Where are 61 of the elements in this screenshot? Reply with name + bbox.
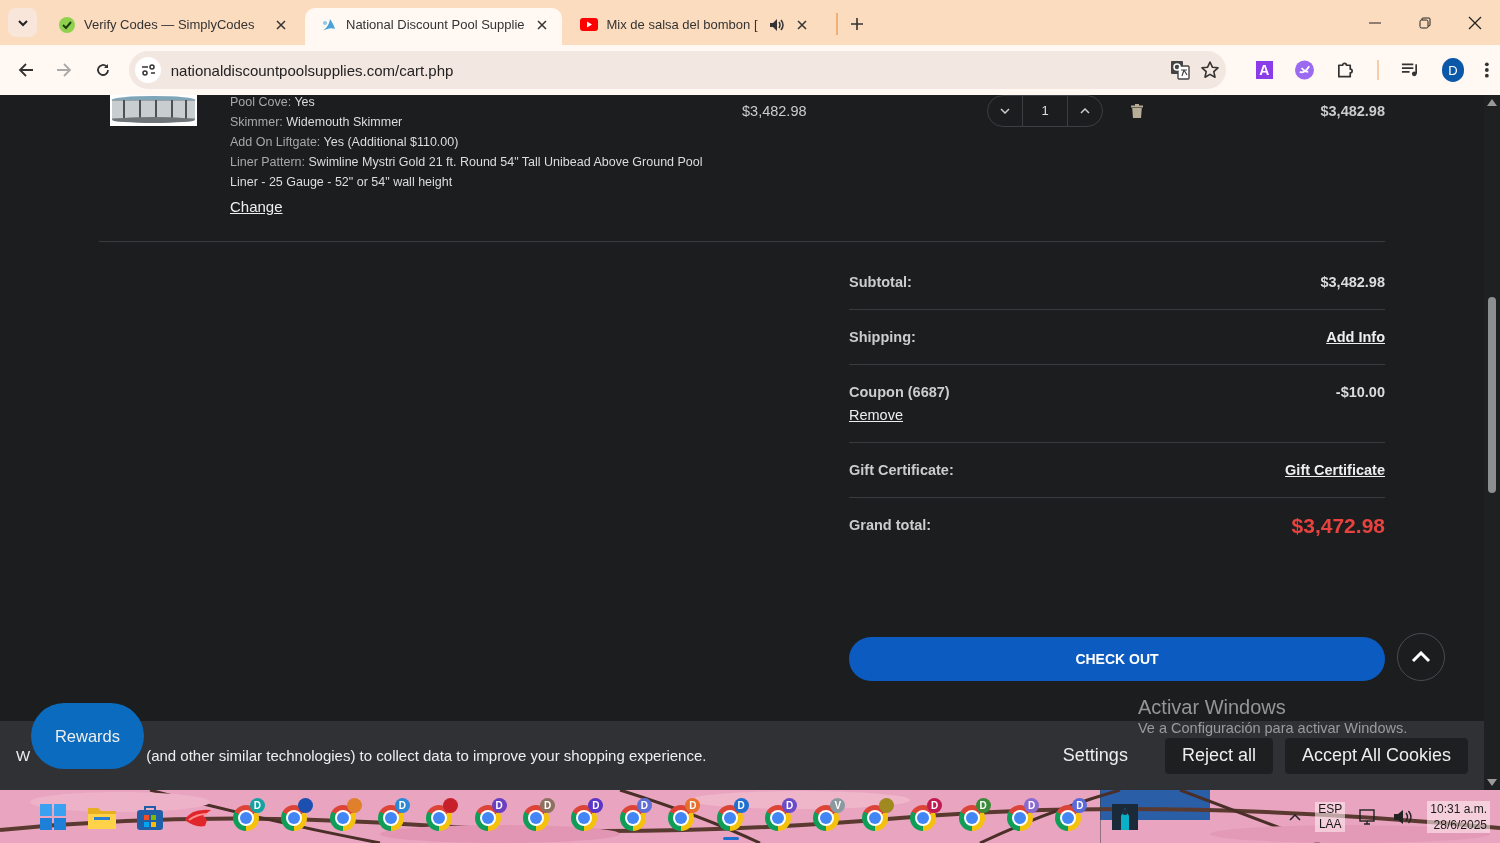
tab-search-button[interactable] xyxy=(8,8,37,37)
remove-link[interactable]: Remove xyxy=(849,406,950,424)
trash-icon[interactable] xyxy=(1131,104,1143,118)
checkout-button[interactable]: CHECK OUT xyxy=(849,637,1385,681)
browser-tab[interactable]: Verify Codes — SimplyCodes xyxy=(45,8,301,45)
grand-total: $3,472.98 xyxy=(1291,515,1385,537)
extension-icon[interactable] xyxy=(1294,60,1314,80)
scroll-up-icon[interactable] xyxy=(1487,99,1497,106)
cookie-button[interactable]: Accept All Cookies xyxy=(1284,737,1468,774)
profile-avatar[interactable]: D xyxy=(1441,58,1465,82)
line-total: $3,482.98 xyxy=(1320,103,1385,119)
rewards-button[interactable]: Rewards xyxy=(31,703,144,769)
scroll-to-top-button[interactable] xyxy=(1397,633,1445,681)
activation-title: Activar Windows xyxy=(1138,695,1287,719)
bookmark-star-icon[interactable] xyxy=(1199,60,1220,80)
plus-icon[interactable] xyxy=(849,17,864,31)
menu-icon[interactable] xyxy=(1484,61,1490,79)
quantity-field[interactable]: 1 xyxy=(1022,96,1068,126)
close-icon[interactable] xyxy=(1468,15,1482,30)
scroll-down-icon[interactable] xyxy=(1487,779,1497,786)
option-line: Pool Cove: Yes xyxy=(230,95,316,111)
restore-icon[interactable] xyxy=(1419,16,1431,29)
summary-link[interactable]: Gift Certificate xyxy=(1285,461,1385,479)
reload-icon[interactable] xyxy=(94,62,111,78)
summary-label: Subtotal: xyxy=(849,273,912,291)
volume-icon[interactable] xyxy=(1393,808,1414,825)
address-bar[interactable]: nationaldiscountpoolsupplies.com/cart.php xyxy=(128,51,1226,89)
clock[interactable]: 10:31 a.m. 28/6/2025 xyxy=(1427,800,1490,833)
check-icon xyxy=(59,16,75,33)
option-line: Liner Pattern: Swimline Mystri Gold 21 ft. Round 54" Tall Unibead Above Ground Pool Liner - 25 Gauge - 52" or 54" wall height xyxy=(230,154,704,191)
change-link[interactable]: Change xyxy=(230,197,283,217)
cookie-button[interactable]: Settings xyxy=(1045,737,1145,774)
back-arrow-icon[interactable] xyxy=(18,62,35,78)
minimize-icon[interactable] xyxy=(1369,21,1381,24)
unit-price: $3,482.98 xyxy=(742,103,808,119)
media-controls-icon[interactable] xyxy=(1400,62,1420,78)
site-settings-icon[interactable] xyxy=(134,57,161,83)
browser-tab[interactable]: Mix de salsa del bombon [ xyxy=(565,8,822,45)
puzzle-icon[interactable] xyxy=(1335,60,1355,80)
option-line: Add On Liftgate: Yes (Additional $110.00) xyxy=(230,134,460,151)
activation-text: Ve a Configuración para activar Windows. xyxy=(1138,720,1408,737)
cookie-button[interactable]: Reject all xyxy=(1164,737,1273,774)
summary-label: Grand total: xyxy=(849,516,932,534)
summary-label: Shipping: xyxy=(849,328,916,346)
summary-label: Gift Certificate: xyxy=(849,461,954,479)
video-play-icon xyxy=(579,18,598,31)
cookie-text: (and other similar technologies) to collect data to improve your shopping experience. xyxy=(146,747,708,764)
cookie-text: W xyxy=(16,747,31,764)
chevron-up-icon[interactable] xyxy=(1289,812,1302,821)
summary-link[interactable]: Add Info xyxy=(1326,328,1385,346)
language-indicator[interactable]: ESP LAA xyxy=(1315,801,1346,832)
windows-start-icon[interactable] xyxy=(40,803,67,830)
summary-value: $3,482.98 xyxy=(1320,273,1385,291)
scrollbar-thumb[interactable] xyxy=(1488,297,1496,493)
browser-tab[interactable]: National Discount Pool Supplie xyxy=(305,8,562,45)
option-line: Skimmer: Widemouth Skimmer xyxy=(230,114,404,131)
discount-value: -$10.00 xyxy=(1335,383,1385,401)
chevron-down-icon[interactable] xyxy=(16,18,29,27)
translate-icon[interactable] xyxy=(1169,60,1190,80)
summary-label: Coupon (6687) xyxy=(849,383,950,401)
extension-button[interactable]: A xyxy=(1255,61,1273,79)
